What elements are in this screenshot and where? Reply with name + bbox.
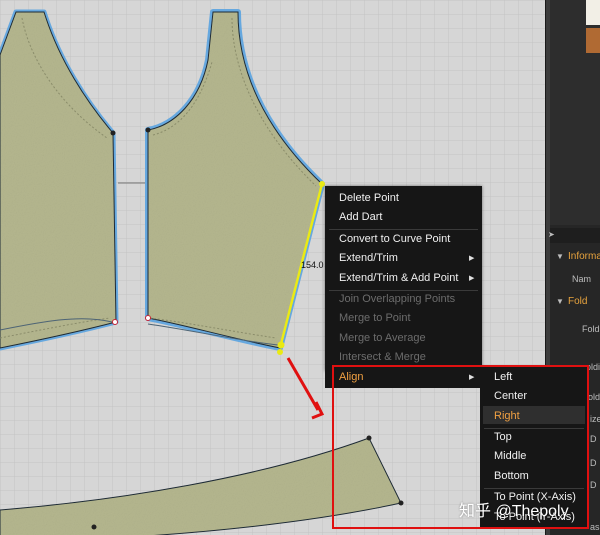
section-information[interactable]: Informa <box>568 251 600 262</box>
menu-item-extend-trim-add-point[interactable]: Extend/Trim & Add Point <box>339 272 458 285</box>
panel-row-label: D <box>590 458 597 468</box>
panel-row-label: as <box>590 522 600 532</box>
panel-row-label: D <box>590 434 597 444</box>
inspector-header <box>550 228 600 243</box>
triangle-down-icon[interactable]: ▼ <box>556 297 564 306</box>
menu-item-merge-to-average[interactable]: Merge to Average <box>339 332 426 345</box>
triangle-down-icon[interactable]: ▼ <box>556 252 564 261</box>
menu-separator <box>329 290 478 291</box>
submenu-arrow-icon: ▶ <box>469 374 475 381</box>
collapse-arrow-icon[interactable]: ➤ <box>548 230 555 239</box>
menu-item-join-overlapping-points[interactable]: Join Overlapping Points <box>339 293 455 306</box>
panel-row-label: D <box>590 480 597 490</box>
panel-row-label: ize <box>590 414 600 424</box>
submenu-item-right[interactable]: Right <box>494 410 520 423</box>
submenu-arrow-icon: ▶ <box>469 255 475 262</box>
submenu-item-bottom[interactable]: Bottom <box>494 470 529 483</box>
menu-item-convert-to-curve-point[interactable]: Convert to Curve Point <box>339 233 450 246</box>
submenu-item-left[interactable]: Left <box>494 371 512 384</box>
panel-row-label: oldi <box>588 392 600 402</box>
submenu-arrow-icon: ▶ <box>469 275 475 282</box>
submenu-item-center[interactable]: Center <box>494 390 527 403</box>
submenu-item-middle[interactable]: Middle <box>494 450 526 463</box>
fold-label: Fold <box>582 324 600 334</box>
edge-length-label: 154.0 <box>301 260 324 270</box>
menu-separator <box>484 488 584 489</box>
menu-item-add-dart[interactable]: Add Dart <box>339 211 382 224</box>
submenu-item-top[interactable]: Top <box>494 431 512 444</box>
menu-item-merge-to-point[interactable]: Merge to Point <box>339 312 411 325</box>
align-label: Align <box>339 371 364 383</box>
material-thumbnail[interactable] <box>586 0 600 25</box>
menu-item-align[interactable]: Align ▶ <box>325 367 482 388</box>
menu-item-delete-point[interactable]: Delete Point <box>339 192 399 205</box>
material-thumbnail[interactable] <box>586 28 600 53</box>
menu-item-extend-trim[interactable]: Extend/Trim <box>339 252 398 265</box>
context-menu: Delete Point Add Dart Convert to Curve P… <box>325 186 482 371</box>
name-label: Nam <box>572 274 592 284</box>
pattern-editor-window: 154.0 ➤ ▼ Informa Nam ▼ Fold Fold oldi o… <box>0 0 600 535</box>
watermark: 知乎 @Thepoly <box>459 503 569 520</box>
panel-row-label: oldi <box>586 362 600 372</box>
menu-item-intersect-merge[interactable]: Intersect & Merge <box>339 351 426 364</box>
section-fold[interactable]: Fold <box>568 296 587 307</box>
menu-separator <box>484 428 584 429</box>
menu-separator <box>329 229 478 230</box>
